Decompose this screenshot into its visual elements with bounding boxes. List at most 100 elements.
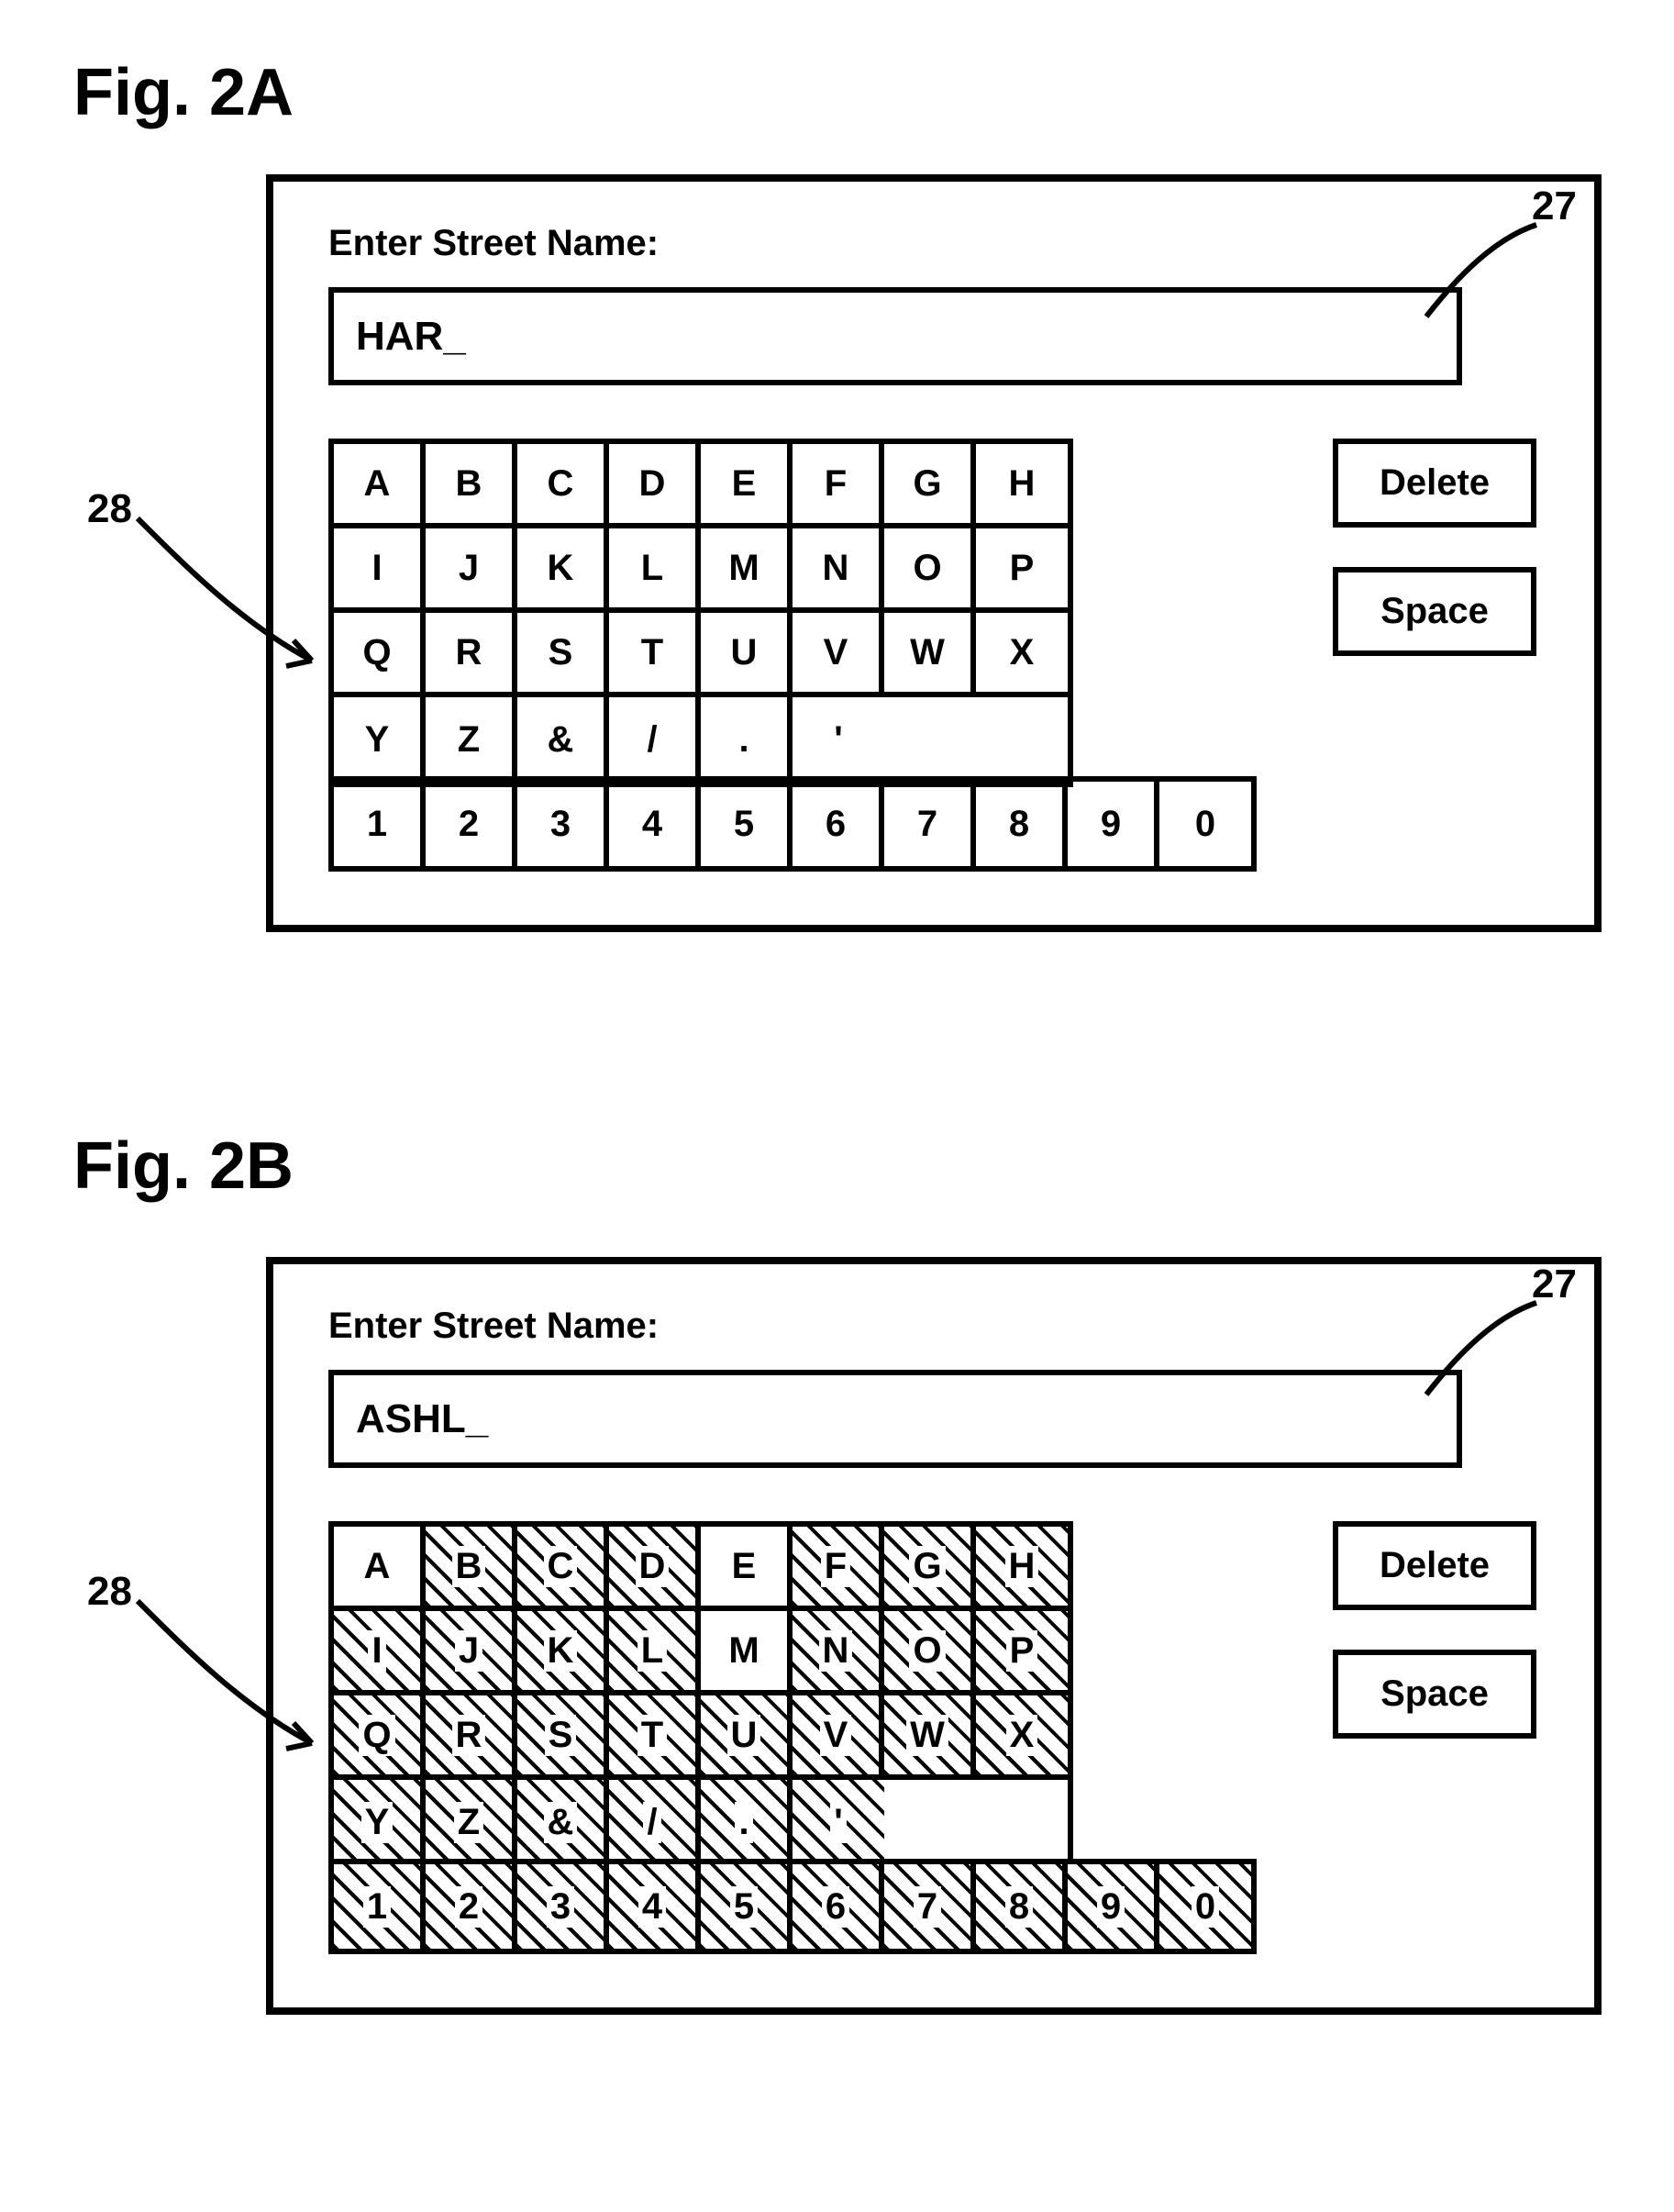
key-Q: Q xyxy=(334,1695,426,1780)
key-9: 9 xyxy=(1068,1864,1159,1949)
key-3[interactable]: 3 xyxy=(517,782,609,866)
key-Y[interactable]: Y xyxy=(334,697,426,782)
key-T: T xyxy=(609,1695,701,1780)
alpha-keypad: ABCDEFGH IJKLMNOP QRSTUVWX YZ&/.' xyxy=(328,439,1073,787)
key-U: U xyxy=(701,1695,793,1780)
key-Q[interactable]: Q xyxy=(334,613,426,697)
key-W: W xyxy=(884,1695,976,1780)
key-Z: Z xyxy=(426,1780,517,1864)
lead-27 xyxy=(1422,220,1569,330)
key-2[interactable]: 2 xyxy=(426,782,517,866)
key-C[interactable]: C xyxy=(517,444,609,528)
key-V: V xyxy=(793,1695,884,1780)
key-R[interactable]: R xyxy=(426,613,517,697)
key-H[interactable]: H xyxy=(976,444,1068,528)
delete-button[interactable]: Delete xyxy=(1333,1521,1536,1610)
key-0[interactable]: 0 xyxy=(1159,782,1251,866)
prompt-label: Enter Street Name: xyxy=(328,223,659,264)
key-M[interactable]: M xyxy=(701,1611,793,1695)
key-J[interactable]: J xyxy=(426,528,517,613)
key-B[interactable]: B xyxy=(426,444,517,528)
key-4[interactable]: 4 xyxy=(609,782,701,866)
key-'[interactable]: ' xyxy=(793,697,884,782)
key-G[interactable]: G xyxy=(884,444,976,528)
key-9[interactable]: 9 xyxy=(1068,782,1159,866)
key-5[interactable]: 5 xyxy=(701,782,793,866)
key-/: / xyxy=(609,1780,701,1864)
key-O[interactable]: O xyxy=(884,528,976,613)
key-7[interactable]: 7 xyxy=(884,782,976,866)
key-E[interactable]: E xyxy=(701,444,793,528)
key-J: J xyxy=(426,1611,517,1695)
key-8[interactable]: 8 xyxy=(976,782,1068,866)
delete-button[interactable]: Delete xyxy=(1333,439,1536,528)
input-value: HAR_ xyxy=(356,314,466,360)
key-D[interactable]: D xyxy=(609,444,701,528)
ref-28: 28 xyxy=(87,486,132,532)
key-A[interactable]: A xyxy=(334,1527,426,1611)
key-P[interactable]: P xyxy=(976,528,1068,613)
key-/[interactable]: / xyxy=(609,697,701,782)
space-button[interactable]: Space xyxy=(1333,1650,1536,1739)
key-U[interactable]: U xyxy=(701,613,793,697)
key-G: G xyxy=(884,1527,976,1611)
key-&[interactable]: & xyxy=(517,697,609,782)
key-C: C xyxy=(517,1527,609,1611)
key-5: 5 xyxy=(701,1864,793,1949)
key-T[interactable]: T xyxy=(609,613,701,697)
street-name-input[interactable]: ASHL_ xyxy=(328,1370,1462,1468)
key-&: & xyxy=(517,1780,609,1864)
key-M[interactable]: M xyxy=(701,528,793,613)
key-7: 7 xyxy=(884,1864,976,1949)
key-D: D xyxy=(609,1527,701,1611)
key-.[interactable]: . xyxy=(701,697,793,782)
key-6[interactable]: 6 xyxy=(793,782,884,866)
number-row: 1234567890 xyxy=(328,776,1257,872)
key-3: 3 xyxy=(517,1864,609,1949)
key-Y: Y xyxy=(334,1780,426,1864)
key-S: S xyxy=(517,1695,609,1780)
page: Fig. 2A Enter Street Name: HAR_ ABCDEFGH… xyxy=(0,0,1674,2212)
key-0: 0 xyxy=(1159,1864,1251,1949)
key-K: K xyxy=(517,1611,609,1695)
key-L: L xyxy=(609,1611,701,1695)
key-V[interactable]: V xyxy=(793,613,884,697)
street-name-input[interactable]: HAR_ xyxy=(328,287,1462,385)
number-row: 1234567890 xyxy=(328,1859,1257,1954)
key-O: O xyxy=(884,1611,976,1695)
key-8: 8 xyxy=(976,1864,1068,1949)
key-F[interactable]: F xyxy=(793,444,884,528)
key-6: 6 xyxy=(793,1864,884,1949)
key-X: X xyxy=(976,1695,1068,1780)
key-P: P xyxy=(976,1611,1068,1695)
key-N[interactable]: N xyxy=(793,528,884,613)
key-F: F xyxy=(793,1527,884,1611)
key-K[interactable]: K xyxy=(517,528,609,613)
key-X[interactable]: X xyxy=(976,613,1068,697)
fig-2b-title: Fig. 2B xyxy=(73,1128,294,1204)
key-Z[interactable]: Z xyxy=(426,697,517,782)
ref-28: 28 xyxy=(87,1569,132,1615)
key-S[interactable]: S xyxy=(517,613,609,697)
fig-2a-panel: Enter Street Name: HAR_ ABCDEFGH IJKLMNOP… xyxy=(266,174,1602,932)
space-button[interactable]: Space xyxy=(1333,567,1536,656)
key-A[interactable]: A xyxy=(334,444,426,528)
key-H: H xyxy=(976,1527,1068,1611)
alpha-keypad: ABCDEFGHIJKLMNOPQRSTUVWXYZ&/.' xyxy=(328,1521,1073,1870)
key-R: R xyxy=(426,1695,517,1780)
key-.: . xyxy=(701,1780,793,1864)
key-E[interactable]: E xyxy=(701,1527,793,1611)
input-value: ASHL_ xyxy=(356,1396,488,1442)
key-L[interactable]: L xyxy=(609,528,701,613)
key-B: B xyxy=(426,1527,517,1611)
key-I[interactable]: I xyxy=(334,528,426,613)
key-': ' xyxy=(793,1780,884,1864)
key-1[interactable]: 1 xyxy=(334,782,426,866)
fig-2b-panel: Enter Street Name: ASHL_ ABCDEFGHIJKLMNO… xyxy=(266,1257,1602,2015)
lead-27 xyxy=(1422,1298,1569,1408)
fig-2a-title: Fig. 2A xyxy=(73,55,294,130)
key-2: 2 xyxy=(426,1864,517,1949)
key-4: 4 xyxy=(609,1864,701,1949)
prompt-label: Enter Street Name: xyxy=(328,1306,659,1347)
key-W[interactable]: W xyxy=(884,613,976,697)
